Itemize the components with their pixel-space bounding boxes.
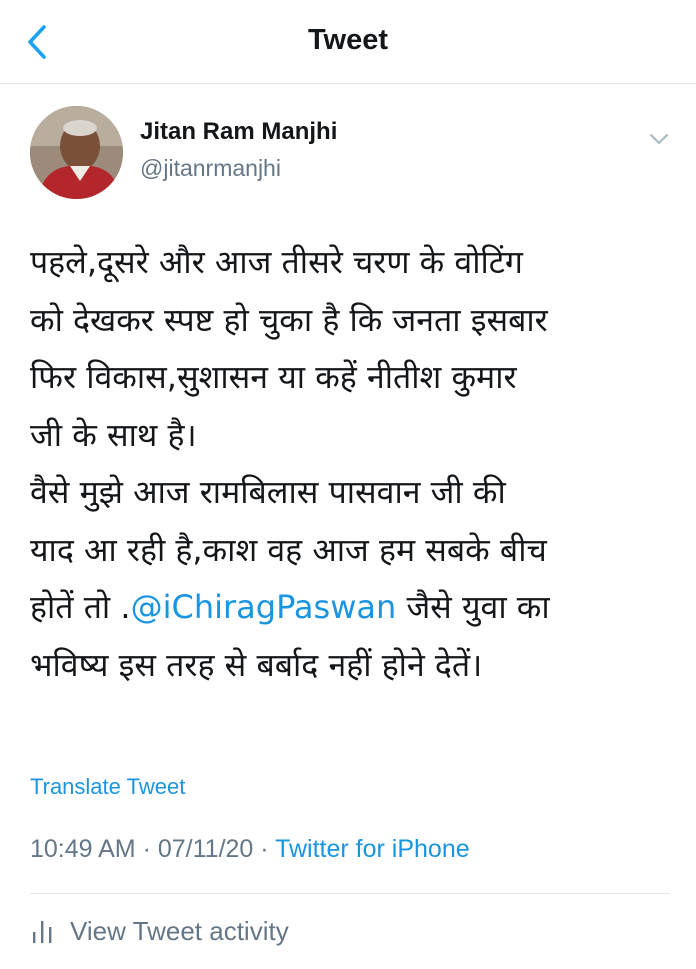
mention-link[interactable]: @iChiragPaswan xyxy=(131,588,397,626)
view-tweet-activity-label: View Tweet activity xyxy=(70,915,289,946)
tweet-meta: 10:49 AM · 07/11/20 · Twitter for iPhone xyxy=(30,835,470,863)
divider xyxy=(30,893,670,894)
tweet-line: फिर विकास,सुशासन या कहें नीतीश कुमार xyxy=(30,358,517,396)
top-bar: Tweet xyxy=(0,0,696,84)
author-name[interactable]: Jitan Ram Manjhi xyxy=(140,118,337,146)
tweet-text-fragment: होतें तो . xyxy=(30,588,131,626)
tweet-line: पहले,दूसरे और आज तीसरे चरण के वोटिंग xyxy=(30,243,523,281)
tweet-time[interactable]: 10:49 AM xyxy=(30,835,136,863)
tweet-line: होतें तो .@iChiragPaswan जैसे युवा का xyxy=(30,579,670,637)
tweet-source-link[interactable]: Twitter for iPhone xyxy=(275,835,470,863)
translate-tweet-link[interactable]: Translate Tweet xyxy=(30,774,185,800)
tweet-line: याद आ रही है,काश वह आज हम सबके बीच xyxy=(30,530,547,569)
page-title: Tweet xyxy=(307,24,389,56)
tweet-text-fragment: जैसे युवा का xyxy=(396,588,550,626)
author-handle[interactable]: @jitanrmanjhi xyxy=(140,155,281,182)
avatar[interactable] xyxy=(30,106,123,199)
tweet-line: वैसे मुझे आज रामबिलास पासवान जी की xyxy=(30,473,506,511)
tweet-text: पहले,दूसरे और आज तीसरे चरण के वोटिंग को … xyxy=(30,234,670,694)
tweet-date[interactable]: 07/11/20 xyxy=(158,835,253,863)
tweet-line: भविष्य इस तरह से बर्बाद नहीं होने देतें। xyxy=(30,645,483,684)
bar-chart-icon xyxy=(33,921,52,943)
tweet-line: को देखकर स्पष्ट हो चुका है कि जनता इसबार xyxy=(30,300,548,339)
view-tweet-activity-button[interactable]: View Tweet activity xyxy=(30,914,289,948)
chevron-down-icon[interactable] xyxy=(646,126,672,152)
tweet-line: जी के साथ है। xyxy=(30,415,197,454)
